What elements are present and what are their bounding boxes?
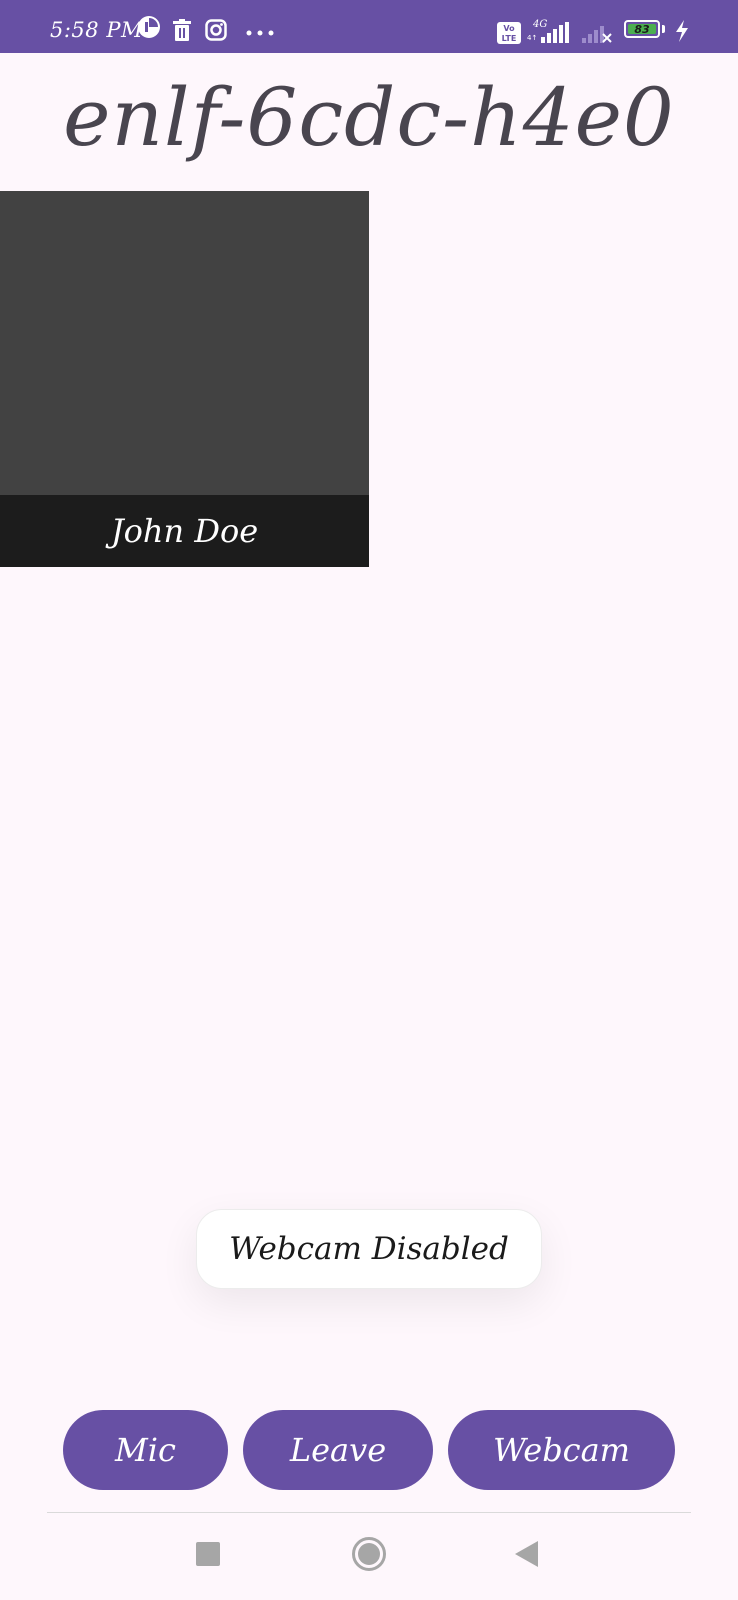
instagram-icon <box>205 19 227 41</box>
svg-text:LTE: LTE <box>502 34 517 43</box>
battery-icon: 83 <box>624 20 660 38</box>
battery-nub <box>662 25 665 33</box>
participant-name-bar: John Doe <box>0 495 369 567</box>
participant-tile: John Doe <box>0 191 369 567</box>
app-notification-icon <box>138 16 160 38</box>
volte-icon: Vo LTE <box>497 22 521 44</box>
webcam-button[interactable]: Webcam <box>448 1410 675 1490</box>
home-circle-icon[interactable] <box>351 1536 387 1572</box>
svg-text:4↑: 4↑ <box>527 34 537 42</box>
charging-icon <box>676 20 688 42</box>
battery-level: 83 <box>628 23 656 36</box>
leave-button[interactable]: Leave <box>243 1410 433 1490</box>
delete-icon <box>173 19 191 41</box>
recents-square-icon[interactable] <box>196 1542 220 1566</box>
no-signal-icon <box>582 26 612 43</box>
navigation-bar <box>0 1513 738 1600</box>
svg-text:Vo: Vo <box>503 24 515 33</box>
toast-notification: Webcam Disabled <box>196 1209 542 1289</box>
more-dots-icon <box>246 30 274 36</box>
status-time: 5:58 PM <box>50 18 143 42</box>
signal-icon: 4↑ <box>527 22 569 43</box>
status-bar: 5:58 PM Vo LTE 4G 4↑ 83 <box>0 0 738 53</box>
participant-name: John Doe <box>110 512 259 550</box>
meeting-id-title: enlf-6cdc-h4e0 <box>63 71 675 164</box>
toast-message: Webcam Disabled <box>229 1231 509 1267</box>
back-triangle-icon[interactable] <box>515 1541 539 1567</box>
mic-button[interactable]: Mic <box>63 1410 228 1490</box>
